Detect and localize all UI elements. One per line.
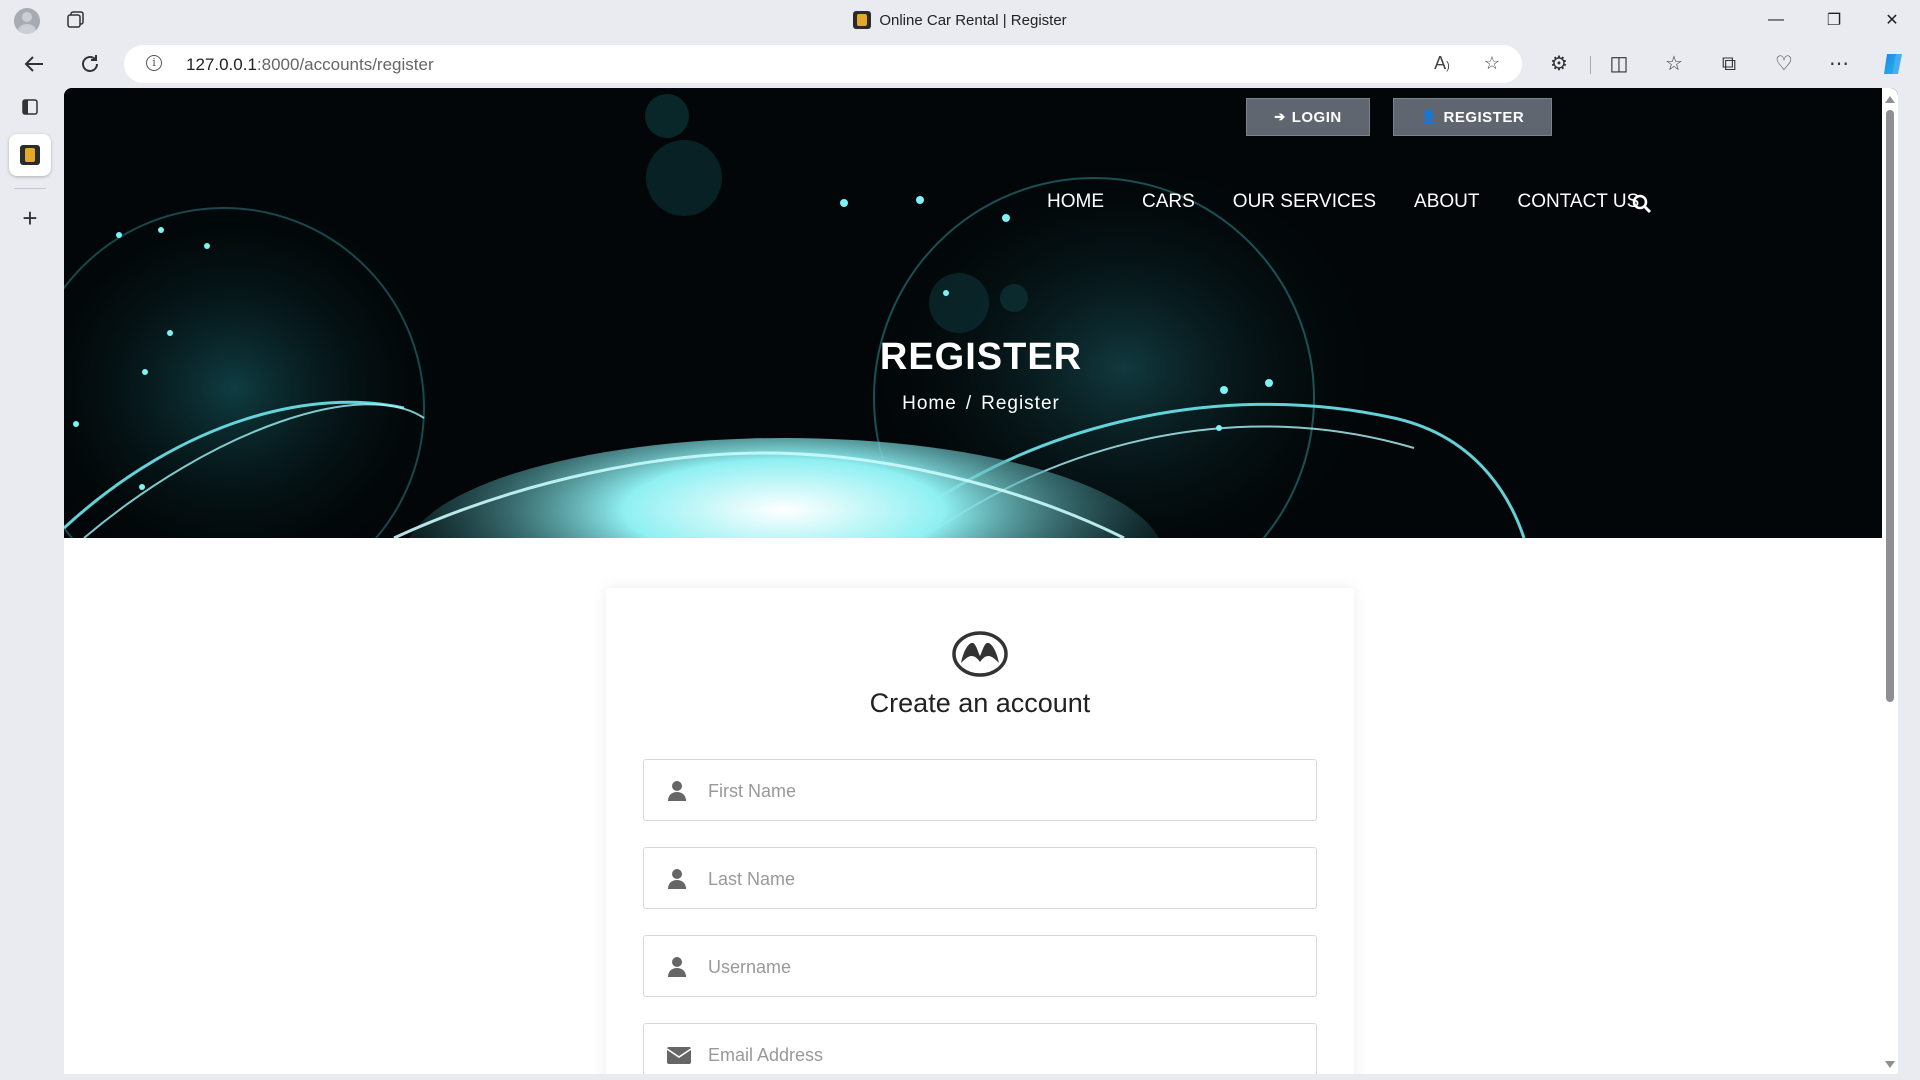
close-window-button[interactable]: ✕ bbox=[1864, 0, 1920, 40]
email-field[interactable] bbox=[643, 1023, 1317, 1074]
breadcrumb: Home / Register bbox=[64, 393, 1898, 415]
sign-in-icon: ➔ bbox=[1274, 109, 1286, 124]
last-name-input[interactable] bbox=[706, 848, 1310, 910]
user-plus-icon: 👤 bbox=[1420, 109, 1438, 124]
first-name-input[interactable] bbox=[706, 760, 1310, 822]
restore-button[interactable]: ❐ bbox=[1806, 0, 1862, 40]
read-aloud-icon[interactable]: A) bbox=[1430, 53, 1454, 75]
hero-background-image bbox=[64, 88, 1898, 538]
site-favicon-icon bbox=[20, 145, 40, 165]
user-icon bbox=[668, 781, 686, 801]
close-icon: ✕ bbox=[1885, 12, 1899, 29]
tab-title-text: Online Car Rental | Register bbox=[879, 12, 1067, 29]
url-path: :8000/accounts/register bbox=[256, 55, 434, 74]
user-icon bbox=[668, 957, 686, 977]
nav-item-home[interactable]: HOME bbox=[1047, 191, 1104, 213]
mazda-logo-icon bbox=[952, 631, 1008, 677]
form-heading: Create an account bbox=[869, 688, 1091, 718]
login-label: LOGIN bbox=[1291, 108, 1342, 126]
breadcrumb-home-link[interactable]: Home bbox=[902, 393, 957, 414]
register-label: REGISTER bbox=[1443, 108, 1525, 126]
breadcrumb-separator: / bbox=[965, 393, 973, 414]
favorite-star-icon[interactable]: ☆ bbox=[1480, 53, 1504, 75]
vertical-tab-strip: + bbox=[0, 88, 60, 1080]
hero-banner: ➔ LOGIN 👤 REGISTER HOME CARS OUR SERVICES … bbox=[64, 88, 1898, 538]
scrollbar-thumb[interactable] bbox=[1886, 110, 1894, 702]
extensions-icon[interactable]: ⚙ bbox=[1544, 49, 1574, 79]
register-button[interactable]: 👤 REGISTER bbox=[1393, 98, 1552, 136]
favorites-icon[interactable]: ☆ bbox=[1659, 49, 1689, 79]
user-icon bbox=[668, 869, 686, 889]
browser-essentials-icon[interactable]: ♡ bbox=[1769, 49, 1799, 79]
tab-actions-icon[interactable] bbox=[15, 92, 45, 122]
address-bar[interactable]: i 127.0.0.1:8000/accounts/register A) ☆ bbox=[124, 45, 1522, 83]
nav-item-about[interactable]: ABOUT bbox=[1414, 191, 1479, 213]
site-favicon-icon bbox=[853, 11, 872, 29]
main-nav: HOME CARS OUR SERVICES ABOUT CONTACT US bbox=[1047, 191, 1677, 213]
reload-icon bbox=[82, 55, 98, 72]
login-button[interactable]: ➔ LOGIN bbox=[1246, 98, 1370, 136]
minimize-button[interactable]: — bbox=[1748, 0, 1804, 40]
breadcrumb-current: Register bbox=[981, 393, 1060, 414]
site-info-icon[interactable]: i bbox=[146, 55, 162, 71]
envelope-icon bbox=[666, 1047, 692, 1064]
scroll-down-arrow-icon[interactable] bbox=[1885, 1061, 1895, 1068]
url-host: 127.0.0.1 bbox=[186, 55, 257, 74]
last-name-field[interactable] bbox=[643, 847, 1317, 910]
username-field[interactable] bbox=[643, 935, 1317, 998]
nav-item-contact-us[interactable]: CONTACT US bbox=[1518, 191, 1640, 213]
tab-separator bbox=[14, 188, 46, 189]
scroll-up-arrow-icon[interactable] bbox=[1885, 96, 1895, 103]
more-menu-icon[interactable]: ⋯ bbox=[1824, 49, 1854, 79]
toolbar-divider bbox=[1590, 56, 1591, 74]
nav-item-cars[interactable]: CARS bbox=[1142, 191, 1195, 213]
copilot-icon[interactable] bbox=[1878, 49, 1908, 79]
browser-title-bar: Online Car Rental | Register — ❐ ✕ bbox=[0, 0, 1920, 40]
collections-icon[interactable]: ⧉ bbox=[1714, 49, 1744, 79]
register-card: Create an account bbox=[606, 588, 1354, 1074]
browser-toolbar: i 127.0.0.1:8000/accounts/register A) ☆ … bbox=[0, 40, 1920, 88]
url-text[interactable]: 127.0.0.1:8000/accounts/register bbox=[186, 55, 434, 75]
page-scrollbar[interactable] bbox=[1882, 88, 1898, 1074]
back-button[interactable] bbox=[16, 46, 52, 82]
restore-icon: ❐ bbox=[1826, 12, 1842, 29]
username-input[interactable] bbox=[706, 936, 1310, 998]
first-name-field[interactable] bbox=[643, 759, 1317, 822]
page-title: REGISTER bbox=[879, 336, 1083, 378]
active-tab[interactable] bbox=[9, 134, 51, 176]
split-screen-icon[interactable]: ◫ bbox=[1604, 49, 1634, 79]
reload-button[interactable] bbox=[72, 46, 108, 82]
new-tab-plus-icon[interactable]: + bbox=[15, 203, 45, 233]
nav-item-our-services[interactable]: OUR SERVICES bbox=[1233, 191, 1376, 213]
back-arrow-icon bbox=[24, 56, 43, 72]
search-icon[interactable] bbox=[1632, 194, 1652, 214]
email-input[interactable] bbox=[706, 1024, 1310, 1074]
page-viewport: ➔ LOGIN 👤 REGISTER HOME CARS OUR SERVICES … bbox=[64, 88, 1898, 1074]
minimize-icon: — bbox=[1768, 11, 1784, 28]
window-title: Online Car Rental | Register bbox=[0, 11, 1920, 29]
